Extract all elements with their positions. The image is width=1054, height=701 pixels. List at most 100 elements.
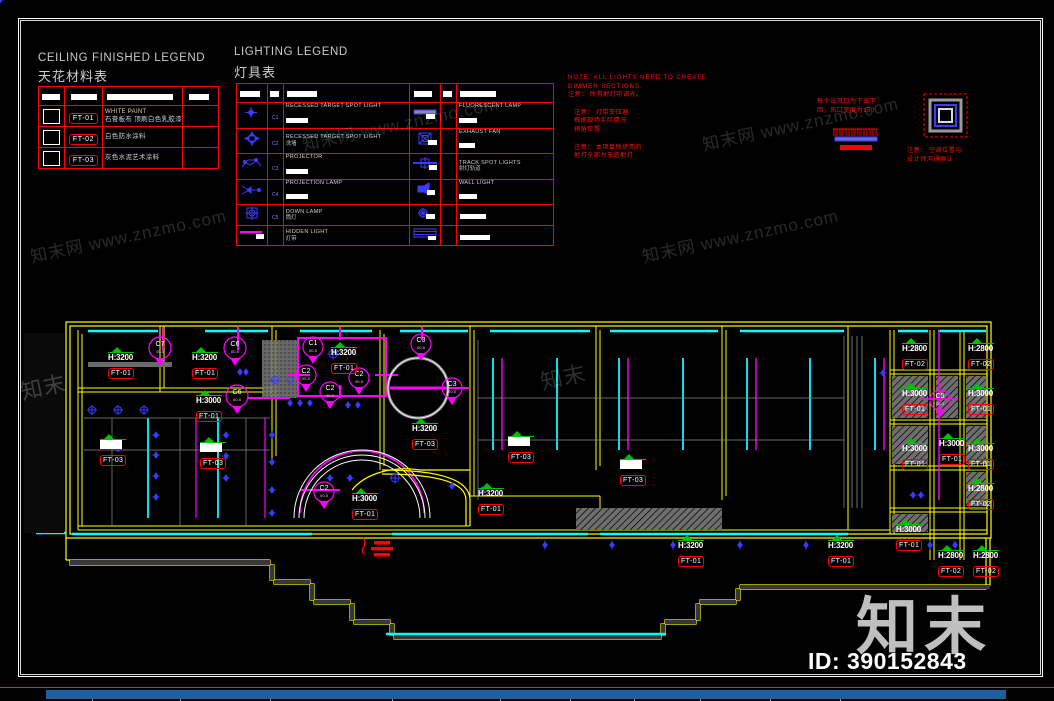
ceiling-finish-code: FT-01 <box>968 459 995 470</box>
ceiling-finish-code: FT-01 <box>678 556 705 567</box>
ceiling-height-tag[interactable]: H:3200 FT-01 <box>678 535 705 568</box>
ceiling-height-value: H:3000 <box>968 444 994 453</box>
circular-ceiling-feature <box>386 356 450 420</box>
horizontal-scrollbar[interactable] <box>46 690 1006 699</box>
ceiling-finish-code: FT-01 <box>968 404 995 415</box>
ceiling-height-tag[interactable]: FT-03 <box>508 431 535 464</box>
masked-height-value <box>200 443 222 452</box>
ceiling-finish-code: FT-01 <box>192 368 219 379</box>
cad-viewport[interactable]: CEILING FINISHED LEGEND 天花材料表 FT-01 WHIT… <box>0 0 1054 701</box>
ceiling-height-value: H:3200 <box>412 424 438 433</box>
svg-text:C7: C7 <box>156 341 165 348</box>
ceiling-height-value: H:3200 <box>678 541 704 550</box>
svg-text:00-5: 00-5 <box>448 389 457 394</box>
svg-text:C3: C3 <box>448 381 457 388</box>
ceiling-finish-code: FT-03 <box>620 475 647 486</box>
ceiling-height-tag[interactable]: FT-03 <box>200 437 227 470</box>
ceiling-height-tag[interactable]: H:3200 FT-01 <box>108 347 135 380</box>
ceiling-height-value: H:3200 <box>108 353 134 362</box>
ceiling-height-value: H:3200 <box>478 489 504 498</box>
ceiling-height-value: H:2800 <box>973 551 999 560</box>
masked-height-value <box>508 437 530 446</box>
ceiling-finish-code: FT-02 <box>968 499 995 510</box>
ceiling-finish-code: FT-01 <box>352 509 379 520</box>
ceiling-height-value: H:3000 <box>968 389 994 398</box>
ceiling-height-tag[interactable]: H:2800 FT-02 <box>973 545 1000 578</box>
svg-text:00-5: 00-5 <box>309 348 318 353</box>
svg-text:C2: C2 <box>326 385 335 392</box>
shaft-lines <box>851 336 863 508</box>
ceiling-height-tag[interactable]: H:3000 FT-01 <box>939 433 966 466</box>
svg-text:00-5: 00-5 <box>320 493 329 498</box>
ceiling-height-tag[interactable]: H:2800 FT-02 <box>902 338 929 371</box>
ceiling-height-value: H:3000 <box>352 494 378 503</box>
ceiling-height-value: H:3000 <box>902 389 928 398</box>
ceiling-height-tag[interactable]: H:3000 FT-01 <box>902 383 929 416</box>
terrace-fill <box>70 560 990 639</box>
ceiling-height-tag[interactable]: H:3000 FT-01 <box>896 519 923 552</box>
ceiling-height-tag[interactable]: FT-03 <box>620 454 647 487</box>
watermark-id: ID: 390152843 <box>808 648 967 674</box>
svg-text:00-5: 00-5 <box>231 349 240 354</box>
ceiling-height-tag[interactable]: H:3000 FT-01 <box>968 383 995 416</box>
ceiling-finish-code: FT-03 <box>100 455 127 466</box>
ceiling-finish-code: FT-03 <box>412 439 439 450</box>
masked-height-value <box>620 460 642 469</box>
glazing-band-bottom <box>36 531 848 636</box>
svg-text:C6: C6 <box>231 341 240 348</box>
ceiling-finish-code: FT-03 <box>200 458 227 469</box>
ceiling-finish-code: FT-02 <box>902 359 929 370</box>
ceiling-height-value: H:3200 <box>828 541 854 550</box>
ceiling-finish-code: FT-01 <box>196 411 223 422</box>
svg-text:C2: C2 <box>320 485 329 492</box>
ceiling-height-value: H:3000 <box>939 439 965 448</box>
ceiling-height-value: H:2800 <box>968 484 994 493</box>
light-fixture-symbols <box>0 0 958 550</box>
ceiling-height-tag[interactable]: H:3000 FT-01 <box>352 488 379 521</box>
svg-text:C3: C3 <box>417 337 426 344</box>
ceiling-height-tag[interactable]: FT-03 <box>100 434 127 467</box>
svg-text:00-5: 00-5 <box>417 345 426 350</box>
svg-text:C5: C5 <box>936 393 945 400</box>
ceiling-height-tag[interactable]: H:3200 FT-01 <box>192 347 219 380</box>
svg-text:00-5: 00-5 <box>233 397 242 402</box>
svg-text:00-5: 00-5 <box>936 401 945 406</box>
ceiling-height-tag[interactable]: H:2800 FT-02 <box>938 545 965 578</box>
ceiling-finish-code: FT-01 <box>478 504 505 515</box>
svg-text:00-5: 00-5 <box>156 349 165 354</box>
ceiling-height-tag[interactable]: H:2800 FT-02 <box>968 478 995 511</box>
ceiling-finish-code: FT-01 <box>896 540 923 551</box>
ceiling-finish-code: FT-01 <box>902 459 929 470</box>
ceiling-height-value: H:2800 <box>968 344 994 353</box>
ceiling-height-value: H:2800 <box>902 344 928 353</box>
svg-text:00-5: 00-5 <box>302 376 311 381</box>
ceiling-finish-code: FT-01 <box>902 404 929 415</box>
ceiling-height-tag[interactable]: H:3200 FT-03 <box>412 418 439 451</box>
ceiling-finish-code: FT-01 <box>939 454 966 465</box>
svg-text:C6: C6 <box>233 389 242 396</box>
ceiling-height-tag[interactable]: H:3000 FT-01 <box>196 390 223 423</box>
svg-text:00-5: 00-5 <box>355 379 364 384</box>
ceiling-height-value: H:2800 <box>938 551 964 560</box>
ceiling-finish-code: FT-03 <box>508 452 535 463</box>
masked-height-value <box>100 440 122 449</box>
ceiling-height-tag[interactable]: H:2800 FT-02 <box>968 338 995 371</box>
ceiling-finish-code: FT-01 <box>828 556 855 567</box>
ceiling-height-tag[interactable]: H:3200 FT-01 <box>828 535 855 568</box>
ceiling-finish-code: FT-01 <box>108 368 135 379</box>
ceiling-height-value: H:3000 <box>196 396 222 405</box>
ceiling-height-value: H:3200 <box>192 353 218 362</box>
ceiling-height-value: H:3000 <box>896 525 922 534</box>
exit-symbol <box>361 537 393 557</box>
ceiling-finish-code: FT-01 <box>331 363 358 374</box>
ceiling-height-value: H:3000 <box>902 444 928 453</box>
svg-text:C2: C2 <box>302 368 311 375</box>
ceiling-finish-code: FT-02 <box>968 359 995 370</box>
ceiling-height-tag[interactable]: H:3200 FT-01 <box>478 483 505 516</box>
ceiling-height-tag[interactable]: H:3200 FT-01 <box>331 342 358 375</box>
ceiling-height-value: H:3200 <box>331 348 357 357</box>
ceiling-height-tag[interactable]: H:3000 FT-01 <box>968 438 995 471</box>
bottom-status-strip[interactable] <box>0 687 1054 701</box>
svg-text:C1: C1 <box>309 340 318 347</box>
ceiling-height-tag[interactable]: H:3000 FT-01 <box>902 438 929 471</box>
